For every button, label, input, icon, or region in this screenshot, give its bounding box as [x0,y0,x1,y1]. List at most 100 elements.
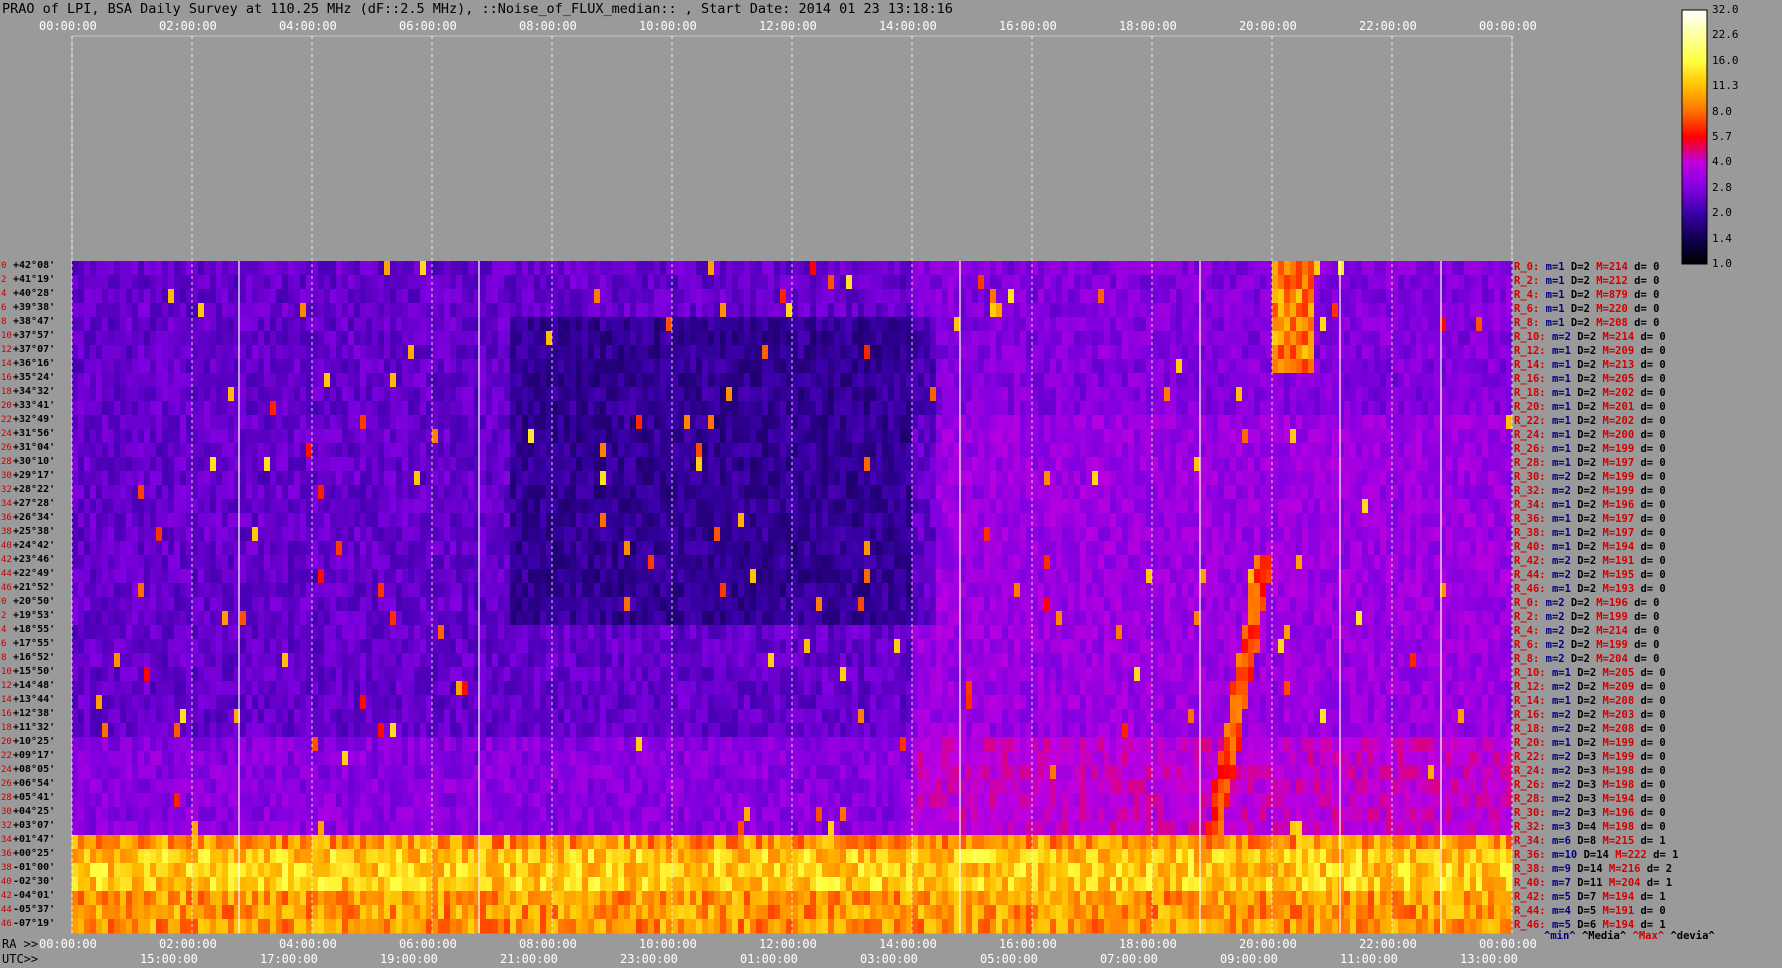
heatmap-cell [1050,261,1057,276]
heatmap-cell [258,415,265,430]
heatmap-cell [1122,261,1129,276]
heatmap-cell [282,317,289,332]
heatmap-cell [1452,513,1459,528]
heatmap-cell [1152,471,1159,486]
heatmap-cell [1386,457,1393,472]
heatmap-cell [456,359,463,374]
heatmap-cell [714,457,721,472]
heatmap-cell [1230,527,1237,542]
heatmap-cell [468,303,475,318]
heatmap-cell [1260,415,1267,430]
heatmap-cell [1314,401,1321,416]
heatmap-cell [1158,499,1165,514]
heatmap-cell [516,513,523,528]
heatmap-cell [1482,527,1489,542]
heatmap-cell [1398,345,1405,360]
heatmap-cell [1128,275,1135,290]
heatmap-cell [1404,345,1411,360]
heatmap-cell [456,345,463,360]
heatmap-cell [1284,457,1291,472]
heatmap-cell [888,401,895,416]
heatmap-cell [264,275,271,290]
heatmap-cell [498,373,505,388]
heatmap-cell [960,345,967,360]
heatmap-cell [732,499,739,514]
heatmap-cell [546,485,553,500]
heatmap-cell [876,317,883,332]
heatmap-cell [210,471,217,486]
heatmap-cell [156,527,163,542]
heatmap-cell [1110,359,1117,374]
heatmap-cell [1116,359,1123,374]
heatmap-cell [672,471,679,486]
heatmap-cell [528,289,535,304]
heatmap-cell [780,541,787,556]
heatmap-cell [384,345,391,360]
heatmap-cell [1140,331,1147,346]
heatmap-cell [1248,387,1255,402]
heatmap-cell [774,303,781,318]
heatmap-cell [672,345,679,360]
heatmap-cell [204,513,211,528]
heatmap-cell [594,527,601,542]
heatmap-cell [1122,457,1129,472]
heatmap-cell [468,261,475,276]
heatmap-cell [312,331,319,346]
heatmap-cell [948,373,955,388]
heatmap-cell [576,429,583,444]
heatmap-cell [1494,289,1501,304]
heatmap-cell [1236,513,1243,528]
heatmap-cell [498,499,505,514]
heatmap-cell [1488,513,1495,528]
heatmap-cell [1092,429,1099,444]
heatmap-cell [762,275,769,290]
heatmap-cell [858,359,865,374]
heatmap-cell [1068,261,1075,276]
heatmap-cell [708,345,715,360]
heatmap-cell [1446,485,1453,500]
heatmap-cell [180,499,187,514]
heatmap-cell [918,541,925,556]
heatmap-cell [1128,317,1135,332]
heatmap-cell [330,485,337,500]
heatmap-cell [1416,345,1423,360]
heatmap-cell [1188,457,1195,472]
heatmap-cell [972,443,979,458]
heatmap-cell [330,541,337,556]
heatmap-cell [1134,429,1141,444]
heatmap-cell [1188,429,1195,444]
heatmap-cell [1416,527,1423,542]
heatmap-cell [930,527,937,542]
heatmap-cell [990,331,997,346]
heatmap-cell [312,541,319,556]
heatmap-cell [996,485,1003,500]
heatmap-cell [1464,373,1471,388]
heatmap-cell [1062,443,1069,458]
heatmap-cell [858,429,865,444]
heatmap-cell [1092,345,1099,360]
heatmap-cell [1170,303,1177,318]
heatmap-cell [930,261,937,276]
heatmap-cell [240,527,247,542]
heatmap-cell [378,373,385,388]
heatmap-cell [492,373,499,388]
heatmap-cell [1200,387,1207,402]
heatmap-cell [540,443,547,458]
heatmap-cell [390,527,397,542]
heatmap-cell [348,443,355,458]
heatmap-cell [708,317,715,332]
heatmap-cell [1212,303,1219,318]
heatmap-cell [462,499,469,514]
heatmap-cell [1272,345,1279,360]
heatmap-cell [1278,303,1285,318]
heatmap-cell [1062,331,1069,346]
heatmap-cell [258,317,265,332]
heatmap-cell [1188,541,1195,556]
heatmap-cell [1488,317,1495,332]
heatmap-cell [492,345,499,360]
heatmap-cell [504,541,511,556]
heatmap-cell [1380,401,1387,416]
heatmap-cell [738,289,745,304]
heatmap-cell [1224,317,1231,332]
heatmap-cell [1146,457,1153,472]
